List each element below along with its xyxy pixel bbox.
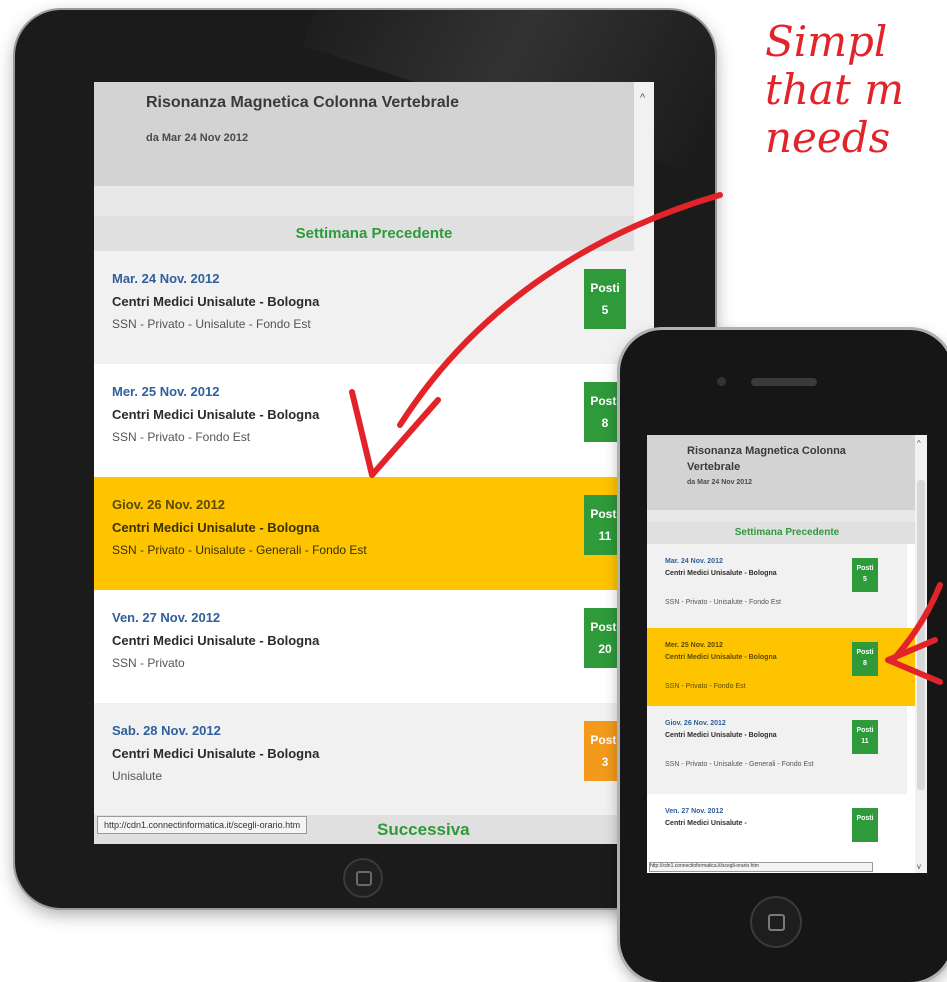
badge-label: Posti [590,281,620,295]
page-header: Risonanza Magnetica Colonna Vertebrale d… [94,82,654,186]
page-header: Risonanza Magnetica Colonna Vertebrale d… [647,435,927,510]
slot-row[interactable]: Giov. 26 Nov. 2012 Centri Medici Unisalu… [647,706,907,794]
header-gap [647,510,927,522]
badge-count: 5 [863,576,867,583]
slot-row-selected[interactable]: Mer. 25 Nov. 2012 Centri Medici Unisalut… [647,628,915,706]
date-range: da Mar 24 Nov 2012 [687,479,752,486]
page-title: Risonanza Magnetica Colonna Vertebrale [146,94,459,111]
annotation-text: Simpl that m needs [765,18,904,162]
badge-label: Posti [856,565,874,572]
prev-week-link[interactable]: Settimana Precedente [647,522,927,544]
slot-date: Sab. 28 Nov. 2012 [112,723,221,738]
scrollbar-thumb[interactable] [917,480,925,790]
tablet-device: Risonanza Magnetica Colonna Vertebrale d… [15,10,715,908]
slots-available-badge[interactable]: Posti 11 [852,720,878,754]
slot-conventions: SSN - Privato - Unisalute - Fondo Est [112,317,311,331]
badge-count: 5 [601,303,609,317]
scroll-down-icon[interactable]: v [917,862,921,871]
slot-conventions: SSN - Privato - Unisalute - Generali - F… [665,761,814,768]
next-week-label: Successiva [377,820,470,839]
page-title: Risonanza Magnetica Colonna Vertebrale [687,445,846,473]
slot-date: Mer. 25 Nov. 2012 [665,642,723,649]
status-bar-url: http://cdn1.connectinformatica.it/scegli… [97,816,308,834]
slot-conventions: SSN - Privato [112,656,185,670]
header-gap [94,186,654,216]
slot-row-selected[interactable]: Giov. 26 Nov. 2012 Centri Medici Unisalu… [94,477,654,590]
home-button-icon[interactable] [343,858,383,898]
home-button-icon[interactable] [750,896,802,948]
slot-conventions: Unisalute [112,769,163,783]
slot-date: Mar. 24 Nov. 2012 [665,558,723,565]
slots-available-badge[interactable]: Posti [852,808,878,842]
slot-center: Centri Medici Unisalute - Bologna [665,654,777,661]
speaker-grille-icon [751,378,817,386]
slots-available-badge[interactable]: Posti 8 [852,642,878,676]
tablet-screen: Risonanza Magnetica Colonna Vertebrale d… [94,82,654,844]
date-range: da Mar 24 Nov 2012 [146,132,249,144]
camera-icon [717,377,726,386]
badge-label: Posti [856,649,874,656]
slot-center: Centri Medici Unisalute - Bologna [665,732,777,739]
annotation-line: Simpl [765,17,888,66]
prev-week-link[interactable]: Settimana Precedente [94,216,654,251]
slot-date: Giov. 26 Nov. 2012 [112,497,225,512]
slot-date: Ven. 27 Nov. 2012 [112,610,221,625]
slot-row[interactable]: Mar. 24 Nov. 2012 Centri Medici Unisalut… [94,251,634,364]
slot-center: Centri Medici Unisalute - Bologna [112,407,320,422]
slot-conventions: SSN - Privato - Fondo Est [665,683,746,690]
slots-available-badge[interactable]: Posti 5 [852,558,878,592]
badge-count: 11 [861,738,869,745]
badge-label: Posti [856,727,874,734]
slot-center: Centri Medici Unisalute - Bologna [112,294,320,309]
status-bar-url: http://cdn1.connectinformatica.it/scegli… [649,862,873,872]
scroll-up-icon[interactable]: ^ [640,92,645,104]
slot-row[interactable]: Sab. 28 Nov. 2012 Centri Medici Unisalut… [94,703,634,816]
slot-center: Centri Medici Unisalute - [665,820,747,827]
scrollbar[interactable]: ^ v [915,435,927,873]
slot-center: Centri Medici Unisalute - Bologna [112,746,320,761]
phone-screen: Risonanza Magnetica Colonna Vertebrale d… [647,435,927,873]
slot-row[interactable]: Mer. 25 Nov. 2012 Centri Medici Unisalut… [94,364,634,477]
slot-date: Mer. 25 Nov. 2012 [112,384,220,399]
badge-count: 8 [863,660,867,667]
slot-row[interactable]: Mar. 24 Nov. 2012 Centri Medici Unisalut… [647,544,907,628]
slot-date: Giov. 26 Nov. 2012 [665,720,726,727]
slot-center: Centri Medici Unisalute - Bologna [112,520,320,535]
slot-conventions: SSN - Privato - Fondo Est [112,430,251,444]
annotation-line: that m [765,65,905,114]
slot-conventions: SSN - Privato - Unisalute - Generali - F… [112,543,367,557]
slots-available-badge[interactable]: Posti 5 [584,269,626,329]
phone-device: Risonanza Magnetica Colonna Vertebrale d… [620,330,947,982]
scroll-up-icon[interactable]: ^ [917,439,921,448]
annotation-line: needs [765,113,891,162]
slot-conventions: SSN - Privato - Unisalute - Fondo Est [665,599,781,606]
slot-date: Ven. 27 Nov. 2012 [665,808,724,815]
slot-center: Centri Medici Unisalute - Bologna [665,570,777,577]
slot-date: Mar. 24 Nov. 2012 [112,271,220,286]
slot-center: Centri Medici Unisalute - Bologna [112,633,320,648]
badge-label: Posti [856,815,874,822]
slot-row[interactable]: Ven. 27 Nov. 2012 Centri Medici Unisalut… [94,590,634,703]
